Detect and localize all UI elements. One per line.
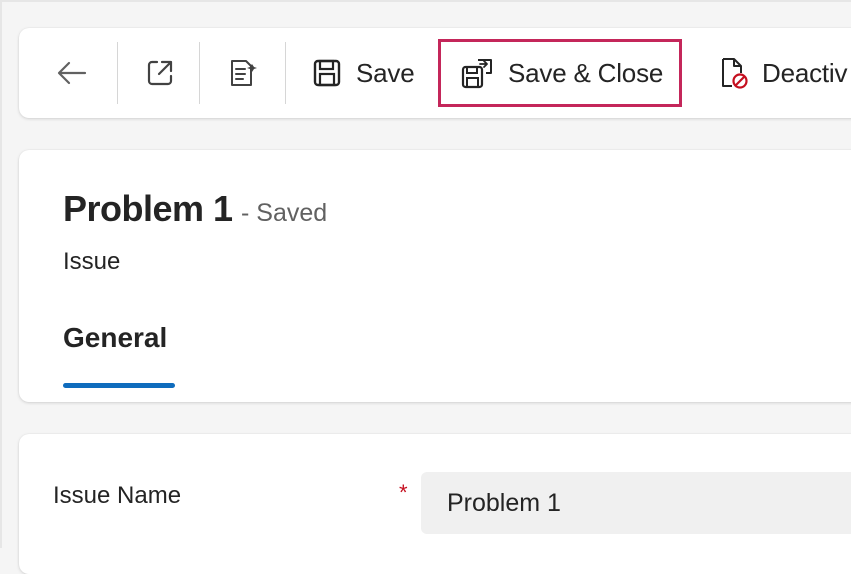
deactivate-document-icon [718,56,750,90]
separator [285,42,286,104]
flow-document-icon [226,56,260,90]
deactivate-label: Deactiv [762,57,848,88]
save-button-label: Save [356,57,415,88]
title-row: Problem 1 - Saved [63,188,327,230]
record-title: Problem 1 [63,188,233,229]
record-header: Problem 1 - Saved Issue General [19,150,851,402]
back-arrow-icon [55,58,89,88]
entity-name: Issue [63,248,121,275]
deactivate-button[interactable]: Deactiv [718,28,847,118]
open-in-new-window-icon [144,57,176,89]
tab-selected-indicator [63,383,175,388]
save-button[interactable]: Save [312,28,415,118]
issue-name-input[interactable] [421,472,851,534]
form-section: Issue Name * [19,434,851,574]
required-indicator: * [399,480,408,505]
tab-general[interactable]: General [63,322,167,354]
separator [117,42,118,104]
command-bar: Save Save & Close Deactiv [19,28,851,118]
separator [199,42,200,104]
save-status: - Saved [241,199,328,227]
save-icon [312,58,342,88]
app-frame: Save Save & Close Deactiv Problem 1 - Sa… [0,0,851,574]
back-button[interactable] [55,28,89,118]
flow-button[interactable] [226,28,260,118]
open-in-new-window-button[interactable] [144,28,176,118]
issue-name-label: Issue Name [53,482,182,509]
highlight-box [438,39,682,107]
